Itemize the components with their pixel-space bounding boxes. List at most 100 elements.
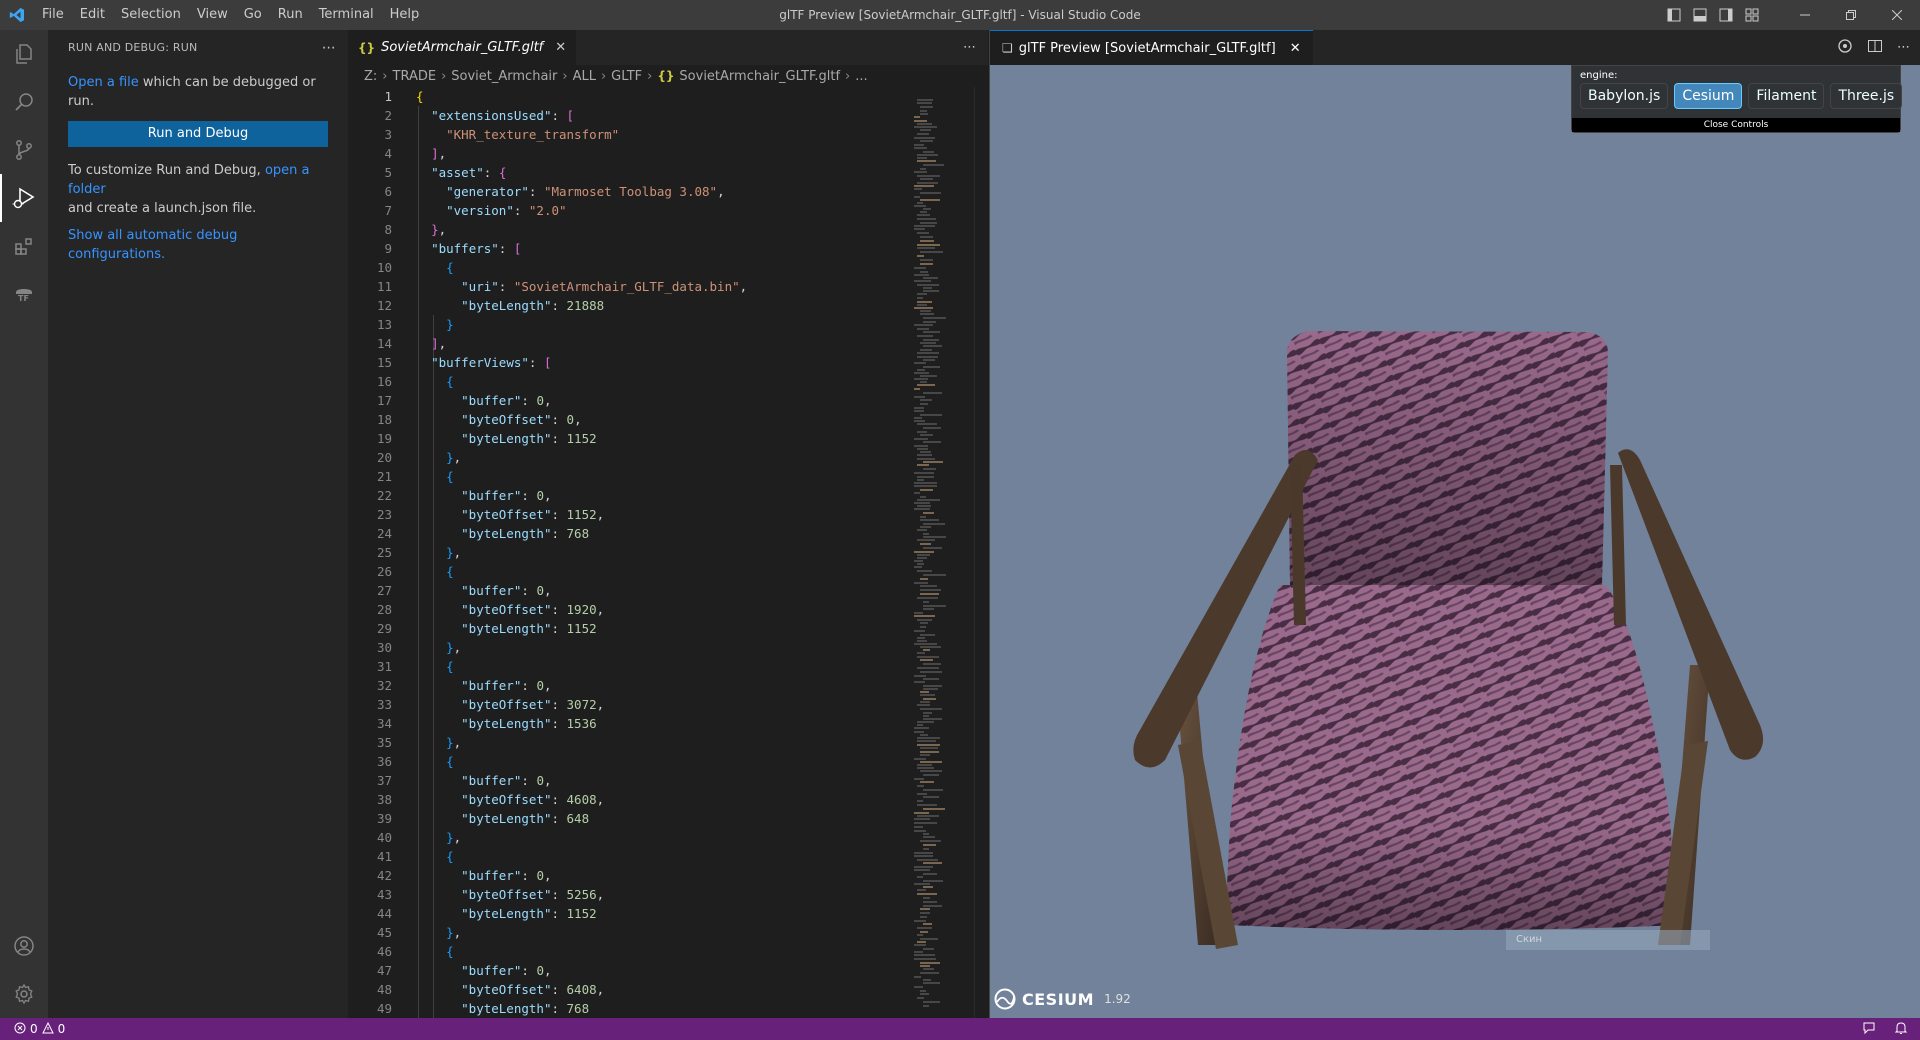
editor-more-actions-icon[interactable]: ⋯: [963, 30, 976, 65]
code-line[interactable]: "byteOffset": 3072,: [416, 695, 906, 714]
code-line[interactable]: ],: [416, 144, 906, 163]
preview-more-actions-icon[interactable]: ⋯: [1897, 40, 1910, 55]
code-line[interactable]: },: [416, 923, 906, 942]
code-line[interactable]: "version": "2.0": [416, 201, 906, 220]
code-line[interactable]: "generator": "Marmoset Toolbag 3.08",: [416, 182, 906, 201]
vertical-scrollbar[interactable]: [974, 87, 988, 1018]
code-line[interactable]: {: [416, 467, 906, 486]
feedback-icon[interactable]: [1862, 1021, 1876, 1038]
breadcrumb-item[interactable]: GLTF: [611, 69, 642, 84]
code-line[interactable]: {: [416, 942, 906, 961]
search-icon[interactable]: [0, 78, 48, 126]
minimap[interactable]: [908, 87, 978, 1018]
breadcrumb-item[interactable]: Soviet_Armchair: [451, 69, 557, 84]
code-line[interactable]: "asset": {: [416, 163, 906, 182]
breadcrumb-item[interactable]: TRADE: [393, 69, 437, 84]
close-tab-icon[interactable]: ✕: [555, 40, 566, 55]
minimize-button[interactable]: [1782, 0, 1828, 30]
breadcrumb-item[interactable]: Z:: [364, 69, 377, 84]
gear-icon[interactable]: [0, 970, 48, 1018]
engine-babylon-button[interactable]: Babylon.js: [1580, 83, 1669, 109]
split-editor-icon[interactable]: [1867, 38, 1883, 58]
code-line[interactable]: "KHR_texture_transform": [416, 125, 906, 144]
engine-threejs-button[interactable]: Three.js: [1830, 83, 1903, 109]
code-line[interactable]: "bufferViews": [: [416, 353, 906, 372]
extensions-icon[interactable]: [0, 222, 48, 270]
menu-view[interactable]: View: [189, 0, 236, 30]
code-line[interactable]: "buffer": 0,: [416, 676, 906, 695]
menu-help[interactable]: Help: [382, 0, 428, 30]
code-line[interactable]: "byteLength": 1152: [416, 904, 906, 923]
menu-terminal[interactable]: Terminal: [311, 0, 382, 30]
code-line[interactable]: },: [416, 543, 906, 562]
menu-edit[interactable]: Edit: [72, 0, 113, 30]
code-line[interactable]: "byteOffset": 5256,: [416, 885, 906, 904]
inspector-icon[interactable]: [1837, 38, 1853, 58]
code-line[interactable]: "byteLength": 768: [416, 524, 906, 543]
code-line[interactable]: "byteOffset": 1920,: [416, 600, 906, 619]
more-actions-icon[interactable]: ⋯: [322, 40, 336, 56]
engine-filament-button[interactable]: Filament: [1748, 83, 1825, 109]
cesium-credit[interactable]: CESIUM 1.92: [994, 988, 1131, 1010]
close-window-button[interactable]: [1874, 0, 1920, 30]
code-line[interactable]: "buffer": 0,: [416, 486, 906, 505]
code-line[interactable]: {: [416, 847, 906, 866]
close-preview-tab-icon[interactable]: ✕: [1290, 41, 1301, 56]
code-line[interactable]: {: [416, 752, 906, 771]
close-controls-button[interactable]: Close Controls: [1572, 118, 1900, 132]
customize-layout-icon[interactable]: [1744, 7, 1760, 23]
source-control-icon[interactable]: [0, 126, 48, 174]
toggle-secondary-sidebar-icon[interactable]: [1718, 7, 1734, 23]
3d-viewport[interactable]: Скин engine: Babylon.js Cesium Filament …: [990, 65, 1920, 1018]
breadcrumb-file[interactable]: SovietArmchair_GLTF.gltf: [679, 69, 840, 84]
explorer-icon[interactable]: [0, 30, 48, 78]
show-all-configs-link[interactable]: Show all automatic debug configurations.: [68, 228, 237, 262]
tab-gltf-preview[interactable]: ❏ glTF Preview [SovietArmchair_GLTF.gltf…: [990, 30, 1313, 65]
code-editor[interactable]: 1 2 3 4 5 6 7 8 9 10 11 12 13 14 15 16 17 18 19 20 21 22 23 24 2…: [348, 87, 988, 1018]
menu-file[interactable]: File: [34, 0, 72, 30]
restore-button[interactable]: [1828, 0, 1874, 30]
run-debug-icon[interactable]: [0, 174, 48, 222]
code-line[interactable]: },: [416, 220, 906, 239]
code-lines[interactable]: { "extensionsUsed": [ "KHR_texture_trans…: [416, 87, 906, 1018]
run-and-debug-button[interactable]: Run and Debug: [68, 121, 328, 147]
code-line[interactable]: "extensionsUsed": [: [416, 106, 906, 125]
code-line[interactable]: "uri": "SovietArmchair_GLTF_data.bin",: [416, 277, 906, 296]
code-line[interactable]: "byteOffset": 6408,: [416, 980, 906, 999]
code-line[interactable]: {: [416, 562, 906, 581]
code-line[interactable]: "byteLength": 768: [416, 999, 906, 1018]
code-line[interactable]: "buffers": [: [416, 239, 906, 258]
breadcrumb-item[interactable]: ALL: [573, 69, 596, 84]
code-line[interactable]: "byteLength": 1152: [416, 619, 906, 638]
code-line[interactable]: {: [416, 372, 906, 391]
code-line[interactable]: },: [416, 828, 906, 847]
code-line[interactable]: }: [416, 315, 906, 334]
menu-go[interactable]: Go: [236, 0, 270, 30]
problems-status[interactable]: 0 0: [0, 1021, 65, 1037]
code-line[interactable]: ],: [416, 334, 906, 353]
code-line[interactable]: "byteOffset": 1152,: [416, 505, 906, 524]
code-line[interactable]: {: [416, 87, 906, 106]
code-line[interactable]: "byteLength": 1152: [416, 429, 906, 448]
code-line[interactable]: {: [416, 258, 906, 277]
code-line[interactable]: "byteLength": 1536: [416, 714, 906, 733]
menu-selection[interactable]: Selection: [113, 0, 189, 30]
code-line[interactable]: "byteOffset": 0,: [416, 410, 906, 429]
toggle-panel-icon[interactable]: [1692, 7, 1708, 23]
code-line[interactable]: "buffer": 0,: [416, 961, 906, 980]
tab-gltf-file[interactable]: {} SovietArmchair_GLTF.gltf ✕: [348, 30, 577, 65]
code-line[interactable]: },: [416, 448, 906, 467]
code-line[interactable]: },: [416, 733, 906, 752]
breadcrumb-tail[interactable]: ...: [855, 69, 867, 84]
account-icon[interactable]: [0, 922, 48, 970]
toggle-sidebar-icon[interactable]: [1666, 7, 1682, 23]
code-line[interactable]: {: [416, 657, 906, 676]
menu-run[interactable]: Run: [270, 0, 311, 30]
notifications-bell-icon[interactable]: [1894, 1021, 1908, 1038]
code-line[interactable]: "byteLength": 648: [416, 809, 906, 828]
code-line[interactable]: "byteLength": 21888: [416, 296, 906, 315]
code-line[interactable]: "buffer": 0,: [416, 866, 906, 885]
tf-icon[interactable]: TF: [0, 270, 48, 318]
open-file-link[interactable]: Open a file: [68, 75, 139, 90]
code-line[interactable]: },: [416, 638, 906, 657]
